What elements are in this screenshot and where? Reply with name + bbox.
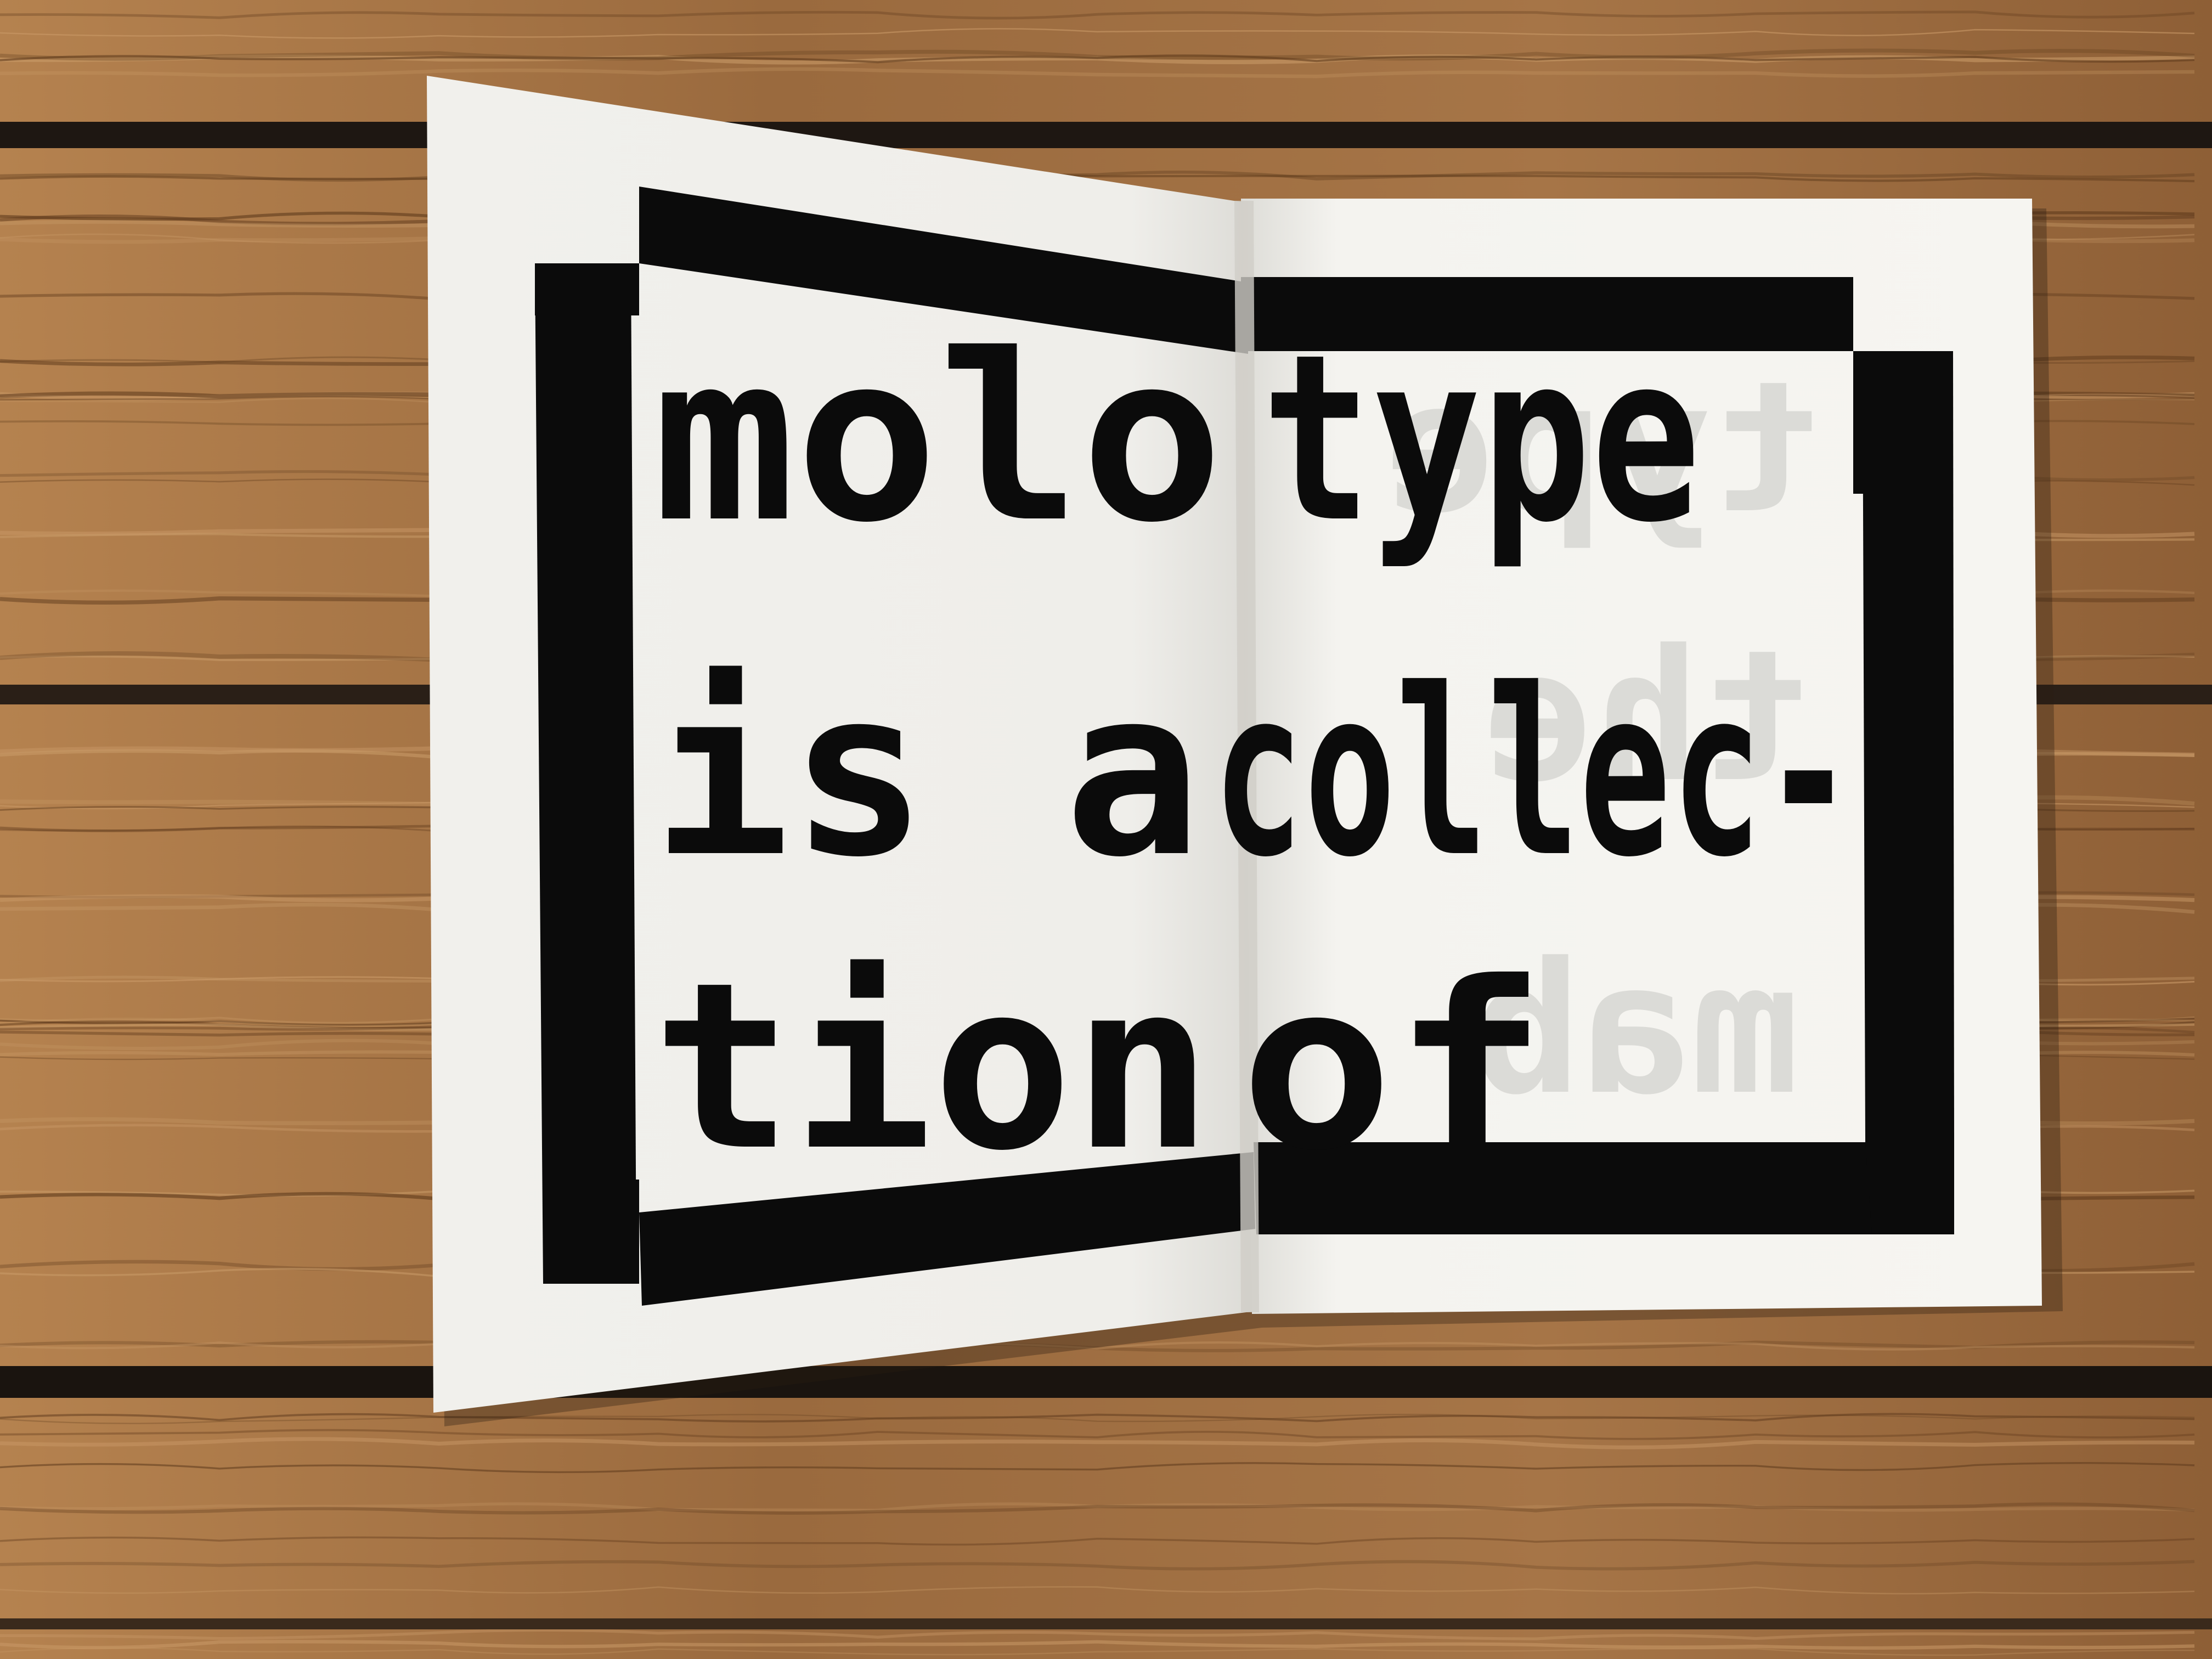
photo-scene: type the mab molo type is a collec- tion o… <box>0 0 2212 1659</box>
line3-right: of <box>1240 933 1547 1201</box>
line1-right: type <box>1262 305 1701 573</box>
floor-gap-bottom <box>0 1618 2212 1629</box>
right-frame-right-bar <box>1863 351 1954 1138</box>
right-frame-bottom-step <box>1865 1138 1954 1234</box>
line1-left: molo <box>653 305 1223 573</box>
left-frame-bottom-step <box>543 1180 639 1284</box>
photo-canvas: typethemab molo type is a collec- tion o… <box>0 0 2212 1659</box>
line2-right: collec- <box>1212 640 1854 908</box>
line3-left: tion <box>653 933 1212 1201</box>
left-frame-left-bar <box>535 263 636 1284</box>
floor-gap-lower <box>0 1366 2212 1398</box>
line2-left: is a <box>653 640 1201 908</box>
floor-gap-top <box>0 122 2212 148</box>
